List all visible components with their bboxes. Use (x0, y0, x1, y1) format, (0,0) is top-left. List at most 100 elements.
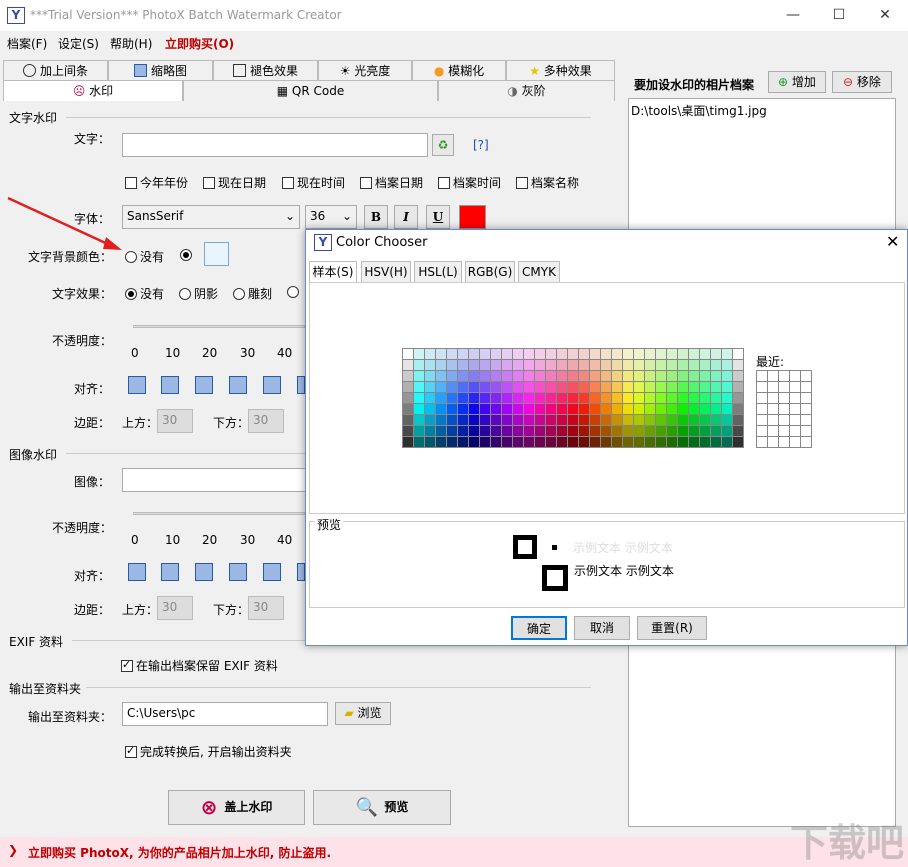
color-swatch[interactable] (568, 426, 578, 436)
ok-button[interactable]: 确定 (511, 616, 567, 640)
color-swatch[interactable] (623, 415, 633, 425)
color-swatch[interactable] (733, 426, 743, 436)
color-swatch[interactable] (403, 349, 413, 359)
color-swatch[interactable] (590, 360, 600, 370)
bg-color-swatch[interactable] (204, 242, 229, 266)
color-swatch[interactable] (667, 404, 677, 414)
color-swatch[interactable] (546, 415, 556, 425)
text-input[interactable] (122, 133, 428, 157)
color-swatch[interactable] (645, 415, 655, 425)
tab-swatches[interactable]: 样本(S) (309, 261, 357, 283)
color-swatch[interactable] (524, 360, 534, 370)
color-swatch[interactable] (414, 404, 424, 414)
color-swatch[interactable] (557, 437, 567, 447)
color-swatch[interactable] (546, 437, 556, 447)
color-swatch[interactable] (480, 360, 490, 370)
color-swatch[interactable] (480, 415, 490, 425)
color-swatch[interactable] (612, 382, 622, 392)
menu-settings[interactable]: 设定(S) (58, 35, 99, 52)
color-swatch[interactable] (524, 415, 534, 425)
tab-multi-effects[interactable]: ★ 多种效果 (506, 60, 615, 81)
color-swatch[interactable] (689, 415, 699, 425)
color-swatch[interactable] (623, 404, 633, 414)
color-swatch[interactable] (557, 382, 567, 392)
color-swatch[interactable] (447, 360, 457, 370)
align-top-right-button[interactable] (195, 376, 213, 394)
recent-swatch[interactable] (779, 415, 789, 425)
recent-swatch[interactable] (801, 437, 811, 447)
color-swatch[interactable] (634, 426, 644, 436)
color-swatch[interactable] (447, 404, 457, 414)
color-swatch[interactable] (656, 371, 666, 381)
color-swatch[interactable] (722, 382, 732, 392)
color-swatch[interactable] (447, 393, 457, 403)
color-swatch[interactable] (557, 426, 567, 436)
recent-swatch[interactable] (757, 415, 767, 425)
color-swatch[interactable] (601, 349, 611, 359)
color-swatch[interactable] (678, 360, 688, 370)
recent-swatch[interactable] (779, 426, 789, 436)
tab-watermark[interactable]: ☹ 水印 (3, 80, 183, 101)
color-swatch[interactable] (557, 360, 567, 370)
color-swatch[interactable] (546, 382, 556, 392)
color-swatch[interactable] (535, 349, 545, 359)
color-swatch[interactable] (689, 349, 699, 359)
color-swatch[interactable] (656, 426, 666, 436)
color-swatch[interactable] (425, 382, 435, 392)
color-swatch[interactable] (491, 426, 501, 436)
recent-swatch[interactable] (779, 371, 789, 381)
color-swatch[interactable] (711, 382, 721, 392)
checkbox-year[interactable]: 今年年份 (125, 174, 188, 191)
effect-shadow-radio[interactable]: 阴影 (179, 285, 218, 302)
color-swatch[interactable] (700, 404, 710, 414)
color-swatch[interactable] (513, 415, 523, 425)
checkbox-time[interactable]: 现在时间 (282, 174, 345, 191)
color-swatch[interactable] (579, 415, 589, 425)
underline-button[interactable]: U (426, 205, 450, 229)
color-swatch[interactable] (436, 371, 446, 381)
color-swatch[interactable] (425, 415, 435, 425)
color-swatch[interactable] (469, 437, 479, 447)
color-swatch[interactable] (568, 382, 578, 392)
color-swatch[interactable] (700, 360, 710, 370)
color-swatch[interactable] (568, 437, 578, 447)
color-swatch[interactable] (667, 371, 677, 381)
color-swatch[interactable] (733, 415, 743, 425)
color-swatch[interactable] (678, 382, 688, 392)
color-swatch[interactable] (425, 437, 435, 447)
color-swatch[interactable] (524, 382, 534, 392)
color-swatch[interactable] (689, 404, 699, 414)
recent-swatch[interactable] (790, 437, 800, 447)
color-swatch[interactable] (502, 360, 512, 370)
color-swatch[interactable] (469, 360, 479, 370)
color-swatch[interactable] (590, 371, 600, 381)
color-swatch[interactable] (634, 437, 644, 447)
color-swatch[interactable] (535, 426, 545, 436)
recent-swatch[interactable] (757, 404, 767, 414)
tab-stripes[interactable]: 加上间条 (3, 60, 108, 81)
color-swatch[interactable] (667, 437, 677, 447)
color-swatch[interactable] (590, 426, 600, 436)
color-swatch[interactable] (568, 415, 578, 425)
color-swatch[interactable] (711, 349, 721, 359)
color-swatch[interactable] (469, 426, 479, 436)
color-swatch[interactable] (656, 437, 666, 447)
color-swatch[interactable] (403, 382, 413, 392)
cancel-button[interactable]: 取消 (574, 616, 630, 640)
color-swatch[interactable] (458, 437, 468, 447)
color-swatch[interactable] (722, 349, 732, 359)
color-swatch[interactable] (623, 349, 633, 359)
swatch-grid[interactable] (402, 348, 744, 448)
color-swatch[interactable] (700, 437, 710, 447)
color-swatch[interactable] (480, 349, 490, 359)
color-swatch[interactable] (590, 382, 600, 392)
color-swatch[interactable] (678, 349, 688, 359)
color-swatch[interactable] (579, 393, 589, 403)
align-top-center-button[interactable] (161, 376, 179, 394)
browse-button[interactable]: ▰ 浏览 (335, 702, 391, 725)
color-swatch[interactable] (568, 393, 578, 403)
color-swatch[interactable] (447, 426, 457, 436)
color-swatch[interactable] (469, 382, 479, 392)
recent-swatch[interactable] (801, 426, 811, 436)
color-swatch[interactable] (414, 426, 424, 436)
